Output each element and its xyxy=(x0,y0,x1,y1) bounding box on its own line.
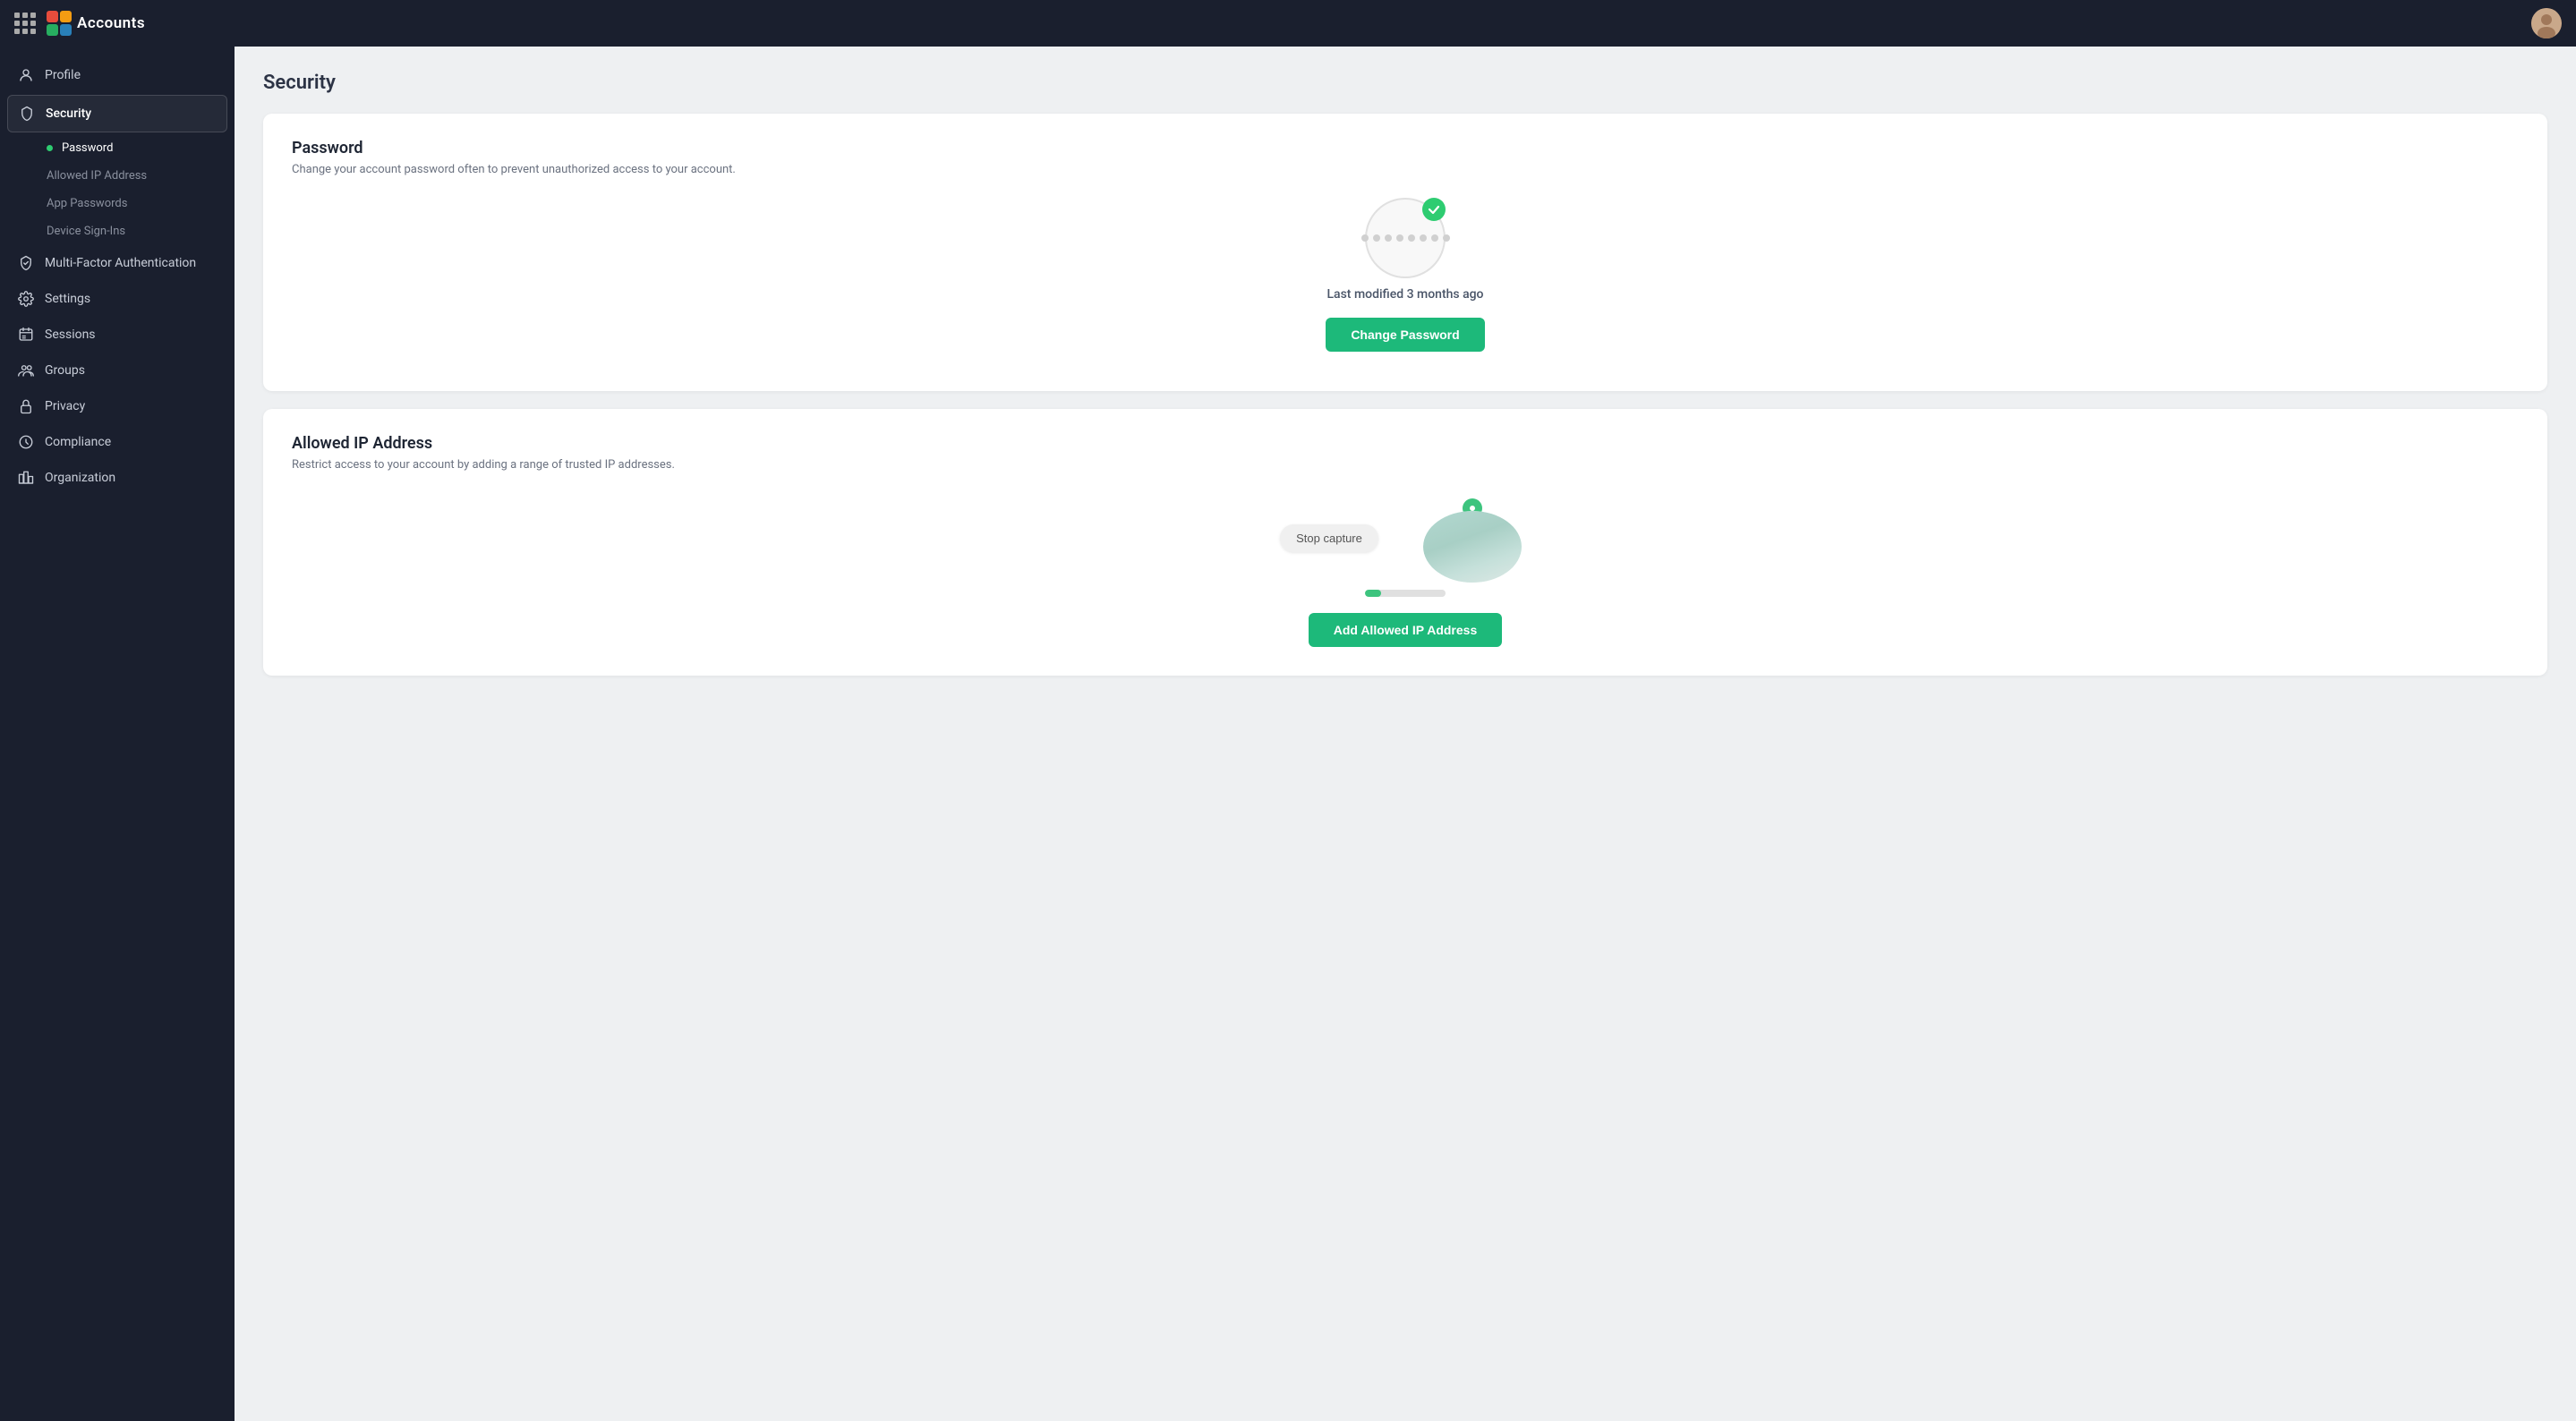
sidebar-sub-app-passwords[interactable]: App Passwords xyxy=(0,190,235,217)
stop-capture-button[interactable]: Stop capture xyxy=(1280,524,1378,552)
password-card-title: Password xyxy=(292,139,2519,157)
sidebar: Profile Security Password Allowed IP Add… xyxy=(0,47,235,1421)
ip-map-illustration xyxy=(1414,493,1531,583)
ip-map-circle xyxy=(1423,511,1522,583)
sessions-label: Sessions xyxy=(45,328,96,342)
password-card-desc: Change your account password often to pr… xyxy=(292,163,2519,176)
zoho-logo-svg xyxy=(45,9,73,38)
mfa-label: Multi-Factor Authentication xyxy=(45,256,196,270)
security-label: Security xyxy=(46,106,91,121)
compliance-icon xyxy=(18,434,34,450)
sessions-icon xyxy=(18,327,34,343)
compliance-label: Compliance xyxy=(45,435,111,449)
password-card: Password Change your account password of… xyxy=(263,114,2547,391)
sidebar-item-security[interactable]: Security xyxy=(7,95,227,132)
sidebar-item-compliance[interactable]: Compliance xyxy=(0,424,235,460)
groups-label: Groups xyxy=(45,363,85,378)
grid-menu-icon[interactable] xyxy=(14,13,36,34)
last-modified-text: Last modified 3 months ago xyxy=(1326,287,1483,302)
add-allowed-ip-button[interactable]: Add Allowed IP Address xyxy=(1309,613,1503,647)
password-dots xyxy=(1361,234,1450,242)
page-title: Security xyxy=(263,72,2547,94)
sidebar-item-mfa[interactable]: Multi-Factor Authentication xyxy=(0,245,235,281)
sidebar-sub-password[interactable]: Password xyxy=(0,134,235,162)
ip-progress-bar-fill xyxy=(1365,590,1381,597)
org-label: Organization xyxy=(45,471,115,485)
ip-progress-bar-container xyxy=(1365,590,1446,597)
device-signins-sub-label: Device Sign-Ins xyxy=(47,225,125,238)
password-sub-label: Password xyxy=(62,141,113,155)
sidebar-item-privacy[interactable]: Privacy xyxy=(0,388,235,424)
avatar-image xyxy=(2531,8,2562,38)
ip-address-card: Allowed IP Address Restrict access to yo… xyxy=(263,409,2547,676)
sidebar-item-groups[interactable]: Groups xyxy=(0,353,235,388)
sidebar-sub-device-signins[interactable]: Device Sign-Ins xyxy=(0,217,235,245)
change-password-button[interactable]: Change Password xyxy=(1326,318,1484,352)
app-name: Accounts xyxy=(77,14,145,32)
lock-icon xyxy=(18,398,34,414)
sidebar-item-settings[interactable]: Settings xyxy=(0,281,235,317)
zoho-logo: Accounts xyxy=(45,9,145,38)
shield-check-icon xyxy=(18,255,34,271)
profile-label: Profile xyxy=(45,68,81,82)
main-content: Security Password Change your account pa… xyxy=(235,47,2576,1421)
password-circle xyxy=(1365,198,1446,278)
privacy-label: Privacy xyxy=(45,399,85,413)
org-icon xyxy=(18,470,34,486)
groups-icon xyxy=(18,362,34,379)
ip-card-title: Allowed IP Address xyxy=(292,434,2519,453)
settings-icon xyxy=(18,291,34,307)
settings-label: Settings xyxy=(45,292,90,306)
user-avatar[interactable] xyxy=(2531,8,2562,38)
ip-card-desc: Restrict access to your account by addin… xyxy=(292,458,2519,472)
user-icon xyxy=(18,67,34,83)
password-visual: Last modified 3 months ago Change Passwo… xyxy=(292,198,2519,352)
active-dot xyxy=(47,145,53,151)
shield-icon xyxy=(19,106,35,122)
allowed-ip-sub-label: Allowed IP Address xyxy=(47,169,147,183)
topbar-left: Accounts xyxy=(14,9,145,38)
sidebar-item-organization[interactable]: Organization xyxy=(0,460,235,496)
password-check-badge xyxy=(1422,198,1446,221)
sidebar-item-sessions[interactable]: Sessions xyxy=(0,317,235,353)
ip-visual: Stop capture Add Allowed IP Address xyxy=(292,493,2519,651)
app-passwords-sub-label: App Passwords xyxy=(47,197,127,210)
sidebar-sub-allowed-ip[interactable]: Allowed IP Address xyxy=(0,162,235,190)
topbar: Accounts xyxy=(0,0,2576,47)
sidebar-item-profile[interactable]: Profile xyxy=(0,57,235,93)
